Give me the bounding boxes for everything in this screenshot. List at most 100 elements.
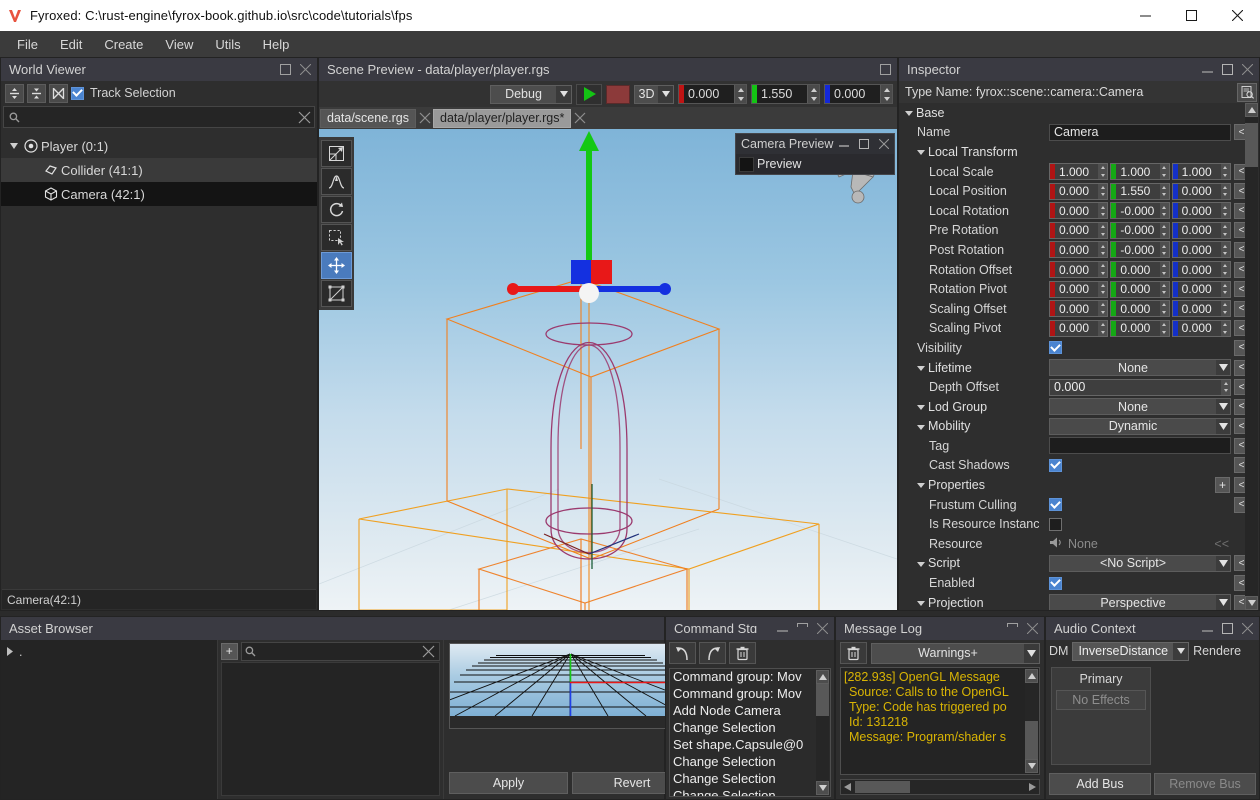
vector-stepper[interactable] [1159,203,1169,219]
vector-stepper[interactable] [1159,164,1169,180]
vector-component-field[interactable]: 0.000 [1171,300,1231,318]
vector-stepper[interactable] [1159,301,1169,317]
scene-tab-close-icon[interactable] [416,109,433,128]
vector-component-field[interactable]: 0.000 [1049,202,1109,220]
vector-stepper[interactable] [1159,242,1169,258]
inspector-group-toggle[interactable]: Lifetime [899,361,972,375]
audio-context-minimize-button[interactable] [1197,619,1217,639]
inspector-close-button[interactable] [1237,60,1257,80]
asset-folder-root[interactable]: . [6,644,217,660]
add-property-button[interactable]: + [1215,477,1230,494]
number-stepper[interactable] [1221,379,1230,395]
scene-tree-item[interactable]: Player (0:1) [1,134,317,158]
scroll-right-icon[interactable] [1026,780,1039,794]
rotate-tool[interactable] [321,196,352,223]
locate-selection-icon[interactable] [49,83,68,103]
chevron-down-icon[interactable] [7,143,21,149]
asset-folder-tree[interactable]: . [1,640,218,799]
menu-item-create[interactable]: Create [93,34,154,55]
camera-preview-minimize-button[interactable] [834,134,854,154]
clear-asset-search-icon[interactable] [419,641,439,661]
undo-icon[interactable] [669,642,696,664]
inspector-maximize-button[interactable] [1217,60,1237,80]
scroll-down-icon[interactable] [816,781,829,795]
vector-component-field[interactable]: 0.000 [1049,319,1109,337]
stop-button[interactable] [606,84,630,104]
scroll-left-icon[interactable] [841,780,854,794]
view-mode-dropdown[interactable]: 3D [634,84,674,104]
vector-stepper[interactable] [1098,301,1108,317]
world-viewer-close-button[interactable] [295,60,315,80]
vector-component-field[interactable]: 1.000 [1110,163,1170,181]
inspector-minimize-button[interactable] [1197,60,1217,80]
vector-stepper[interactable] [1098,262,1108,278]
vector-component-field[interactable]: 0.000 [1049,182,1109,200]
move-tool[interactable] [321,252,352,279]
vector-stepper[interactable] [1098,242,1108,258]
asset-search-input[interactable] [259,643,419,659]
command-stack-item[interactable]: Set shape.Capsule@0 [670,737,830,754]
vector-stepper[interactable] [1098,164,1108,180]
menu-item-file[interactable]: File [6,34,49,55]
asset-preview-viewport[interactable] [448,643,692,729]
track-selection-checkbox[interactable] [71,86,84,100]
inspector-scrollbar[interactable] [1245,103,1258,610]
vector-component-field[interactable]: 0.000 [1110,280,1170,298]
vector-component-field[interactable]: 0.000 [1171,319,1231,337]
number-field[interactable]: 0.000 [1049,378,1231,396]
menu-item-view[interactable]: View [154,34,204,55]
add-asset-button[interactable]: + [220,642,238,660]
vector-stepper[interactable] [1220,183,1230,199]
scroll-up-icon[interactable] [816,670,829,684]
message-log-close-button[interactable] [1022,619,1042,639]
text-field[interactable]: Camera [1049,123,1231,141]
vector-component-field[interactable]: 1.000 [1049,163,1109,181]
navmesh-tool[interactable] [321,280,352,307]
checkbox[interactable] [1049,517,1062,531]
snap-z-stepper[interactable] [880,85,892,103]
vector-component-field[interactable]: 0.000 [1049,261,1109,279]
add-bus-button[interactable]: Add Bus [1049,773,1151,795]
resource-locate-button[interactable]: << [1214,537,1229,551]
command-stack-scroll-thumb[interactable] [816,684,829,716]
command-stack-maximize-button[interactable] [792,619,812,639]
checkbox[interactable] [1049,576,1062,590]
scroll-up-icon[interactable] [1245,103,1258,117]
message-log-hscrollbar[interactable] [840,779,1040,795]
vector-component-field[interactable]: 0.000 [1171,241,1231,259]
snap-y-field[interactable]: 1.550 [751,84,820,104]
text-field[interactable] [1049,437,1231,455]
vector-stepper[interactable] [1159,222,1169,238]
trash-icon[interactable] [840,642,867,664]
vector-component-field[interactable]: -0.000 [1110,221,1170,239]
select-tool[interactable] [321,224,352,251]
scene-preview-maximize-button[interactable] [875,60,895,80]
command-stack-minimize-button[interactable] [772,619,792,639]
dropdown[interactable]: Perspective [1049,594,1231,610]
vector-stepper[interactable] [1159,262,1169,278]
asset-items-grid[interactable] [220,662,440,796]
remove-bus-button[interactable]: Remove Bus [1154,773,1256,795]
vector-component-field[interactable]: 0.000 [1171,280,1231,298]
command-stack-list[interactable]: Command group: Mov Command group: Mov Add … [669,668,831,797]
window-maximize-button[interactable] [1168,0,1214,31]
audio-context-close-button[interactable] [1237,619,1257,639]
checkbox[interactable] [1049,341,1062,355]
window-minimize-button[interactable] [1122,0,1168,31]
vector-component-field[interactable]: 0.000 [1049,241,1109,259]
checkbox[interactable] [1049,458,1062,472]
vector-component-field[interactable]: 1.550 [1110,182,1170,200]
vector-stepper[interactable] [1220,301,1230,317]
vector-component-field[interactable]: 0.000 [1171,202,1231,220]
trash-icon[interactable] [729,642,756,664]
vector-component-field[interactable]: 0.000 [1110,300,1170,318]
vector-stepper[interactable] [1220,242,1230,258]
vector-stepper[interactable] [1159,183,1169,199]
inspector-group-toggle[interactable]: Properties [899,478,985,492]
message-log-maximize-button[interactable] [1002,619,1022,639]
inspector-group-toggle[interactable]: Projection [899,596,984,610]
dropdown[interactable]: Dynamic [1049,417,1231,435]
apply-button[interactable]: Apply [448,772,569,794]
scene-tab[interactable]: data/player/player.rgs* [433,108,572,128]
snap-x-stepper[interactable] [734,85,746,103]
